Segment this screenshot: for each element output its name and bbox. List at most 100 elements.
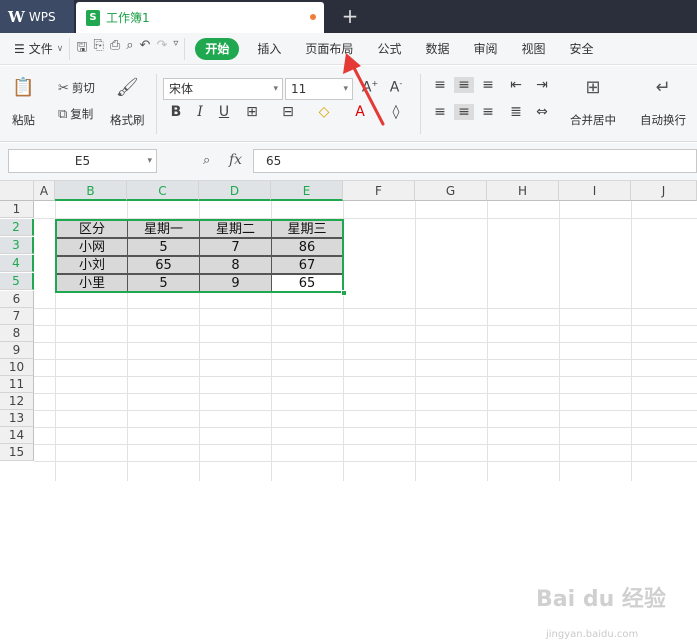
customize-icon[interactable]: ▿ <box>173 38 178 60</box>
tab-data[interactable]: 数据 <box>413 38 461 60</box>
copy-button[interactable]: ⧉ 复制 <box>58 106 93 122</box>
tab-view[interactable]: 视图 <box>509 38 557 60</box>
row-header-4[interactable]: 4 <box>0 255 34 272</box>
row-header-2[interactable]: 2 <box>0 219 34 236</box>
column-header-b[interactable]: B <box>55 181 127 201</box>
chevron-down-icon: ∨ <box>56 43 64 54</box>
indent-increase-icon[interactable]: ⇥ <box>532 77 552 93</box>
print-preview-icon[interactable]: ⌕ <box>126 38 133 60</box>
border-icon[interactable]: ⊞ <box>242 104 262 120</box>
tab-review[interactable]: 审阅 <box>461 38 509 60</box>
app-name: WPS <box>28 9 56 24</box>
tab-start[interactable]: 开始 <box>195 37 240 60</box>
watermark-logo: Bai du 经验 <box>536 587 666 612</box>
distribute-icon[interactable]: ⇔ <box>532 104 552 120</box>
undo-icon[interactable]: ↶ <box>140 38 151 60</box>
spreadsheet-grid[interactable]: A B C D E F G H I J 1 2 3 4 5 6 7 8 9 10… <box>0 181 697 640</box>
cut-button[interactable]: ✂ 剪切 <box>58 80 95 96</box>
tab-page-layout[interactable]: 页面布局 <box>293 38 365 60</box>
unsaved-dot-icon <box>310 14 316 20</box>
format-painter-button[interactable]: 🖌 格式刷 <box>110 76 145 128</box>
column-header-f[interactable]: F <box>343 181 415 201</box>
row-header-15[interactable]: 15 <box>0 444 34 461</box>
clear-icon[interactable]: ◊ <box>386 104 406 120</box>
select-all-corner[interactable] <box>0 181 34 201</box>
wrap-text-label: 自动换行 <box>640 113 686 127</box>
merge-cells-icon: ⊞ <box>585 77 601 98</box>
fill-handle[interactable] <box>341 290 347 296</box>
tab-insert[interactable]: 插入 <box>245 38 293 60</box>
align-middle-icon[interactable]: ≡ <box>454 77 474 93</box>
row-header-5[interactable]: 5 <box>0 273 34 290</box>
cell-reference: E5 <box>74 154 91 168</box>
copy-label: 复制 <box>70 107 94 121</box>
tab-security[interactable]: 安全 <box>558 38 606 60</box>
underline-icon[interactable]: U <box>214 104 234 120</box>
justify-icon[interactable]: ≣ <box>506 104 526 120</box>
document-tab[interactable]: S 工作簿1 <box>76 2 324 33</box>
tab-formulas[interactable]: 公式 <box>365 38 413 60</box>
column-header-e[interactable]: E <box>271 181 343 201</box>
row-header-13[interactable]: 13 <box>0 410 34 427</box>
save-icon[interactable]: 🖫 <box>76 38 87 60</box>
function-icon[interactable]: fx <box>229 152 242 168</box>
formula-bar: E5 ▾ ⌕ fx 65 <box>0 143 697 181</box>
row-header-6[interactable]: 6 <box>0 291 34 308</box>
row-header-3[interactable]: 3 <box>0 237 34 254</box>
ribbon: 📋 粘贴 ✂ 剪切 ⧉ 复制 🖌 格式刷 宋体 ▾ 11 ▾ A+ A- B I… <box>0 66 697 142</box>
wrap-text-button[interactable]: ↵ 自动换行 <box>640 76 686 128</box>
row-header-8[interactable]: 8 <box>0 325 34 342</box>
align-right-icon[interactable]: ≡ <box>478 104 498 120</box>
row-header-14[interactable]: 14 <box>0 427 34 444</box>
paste-button[interactable]: 📋 粘贴 <box>12 76 35 128</box>
new-tab-button[interactable]: + <box>340 4 360 28</box>
export-icon[interactable]: ⎘ <box>93 38 103 60</box>
row-header-11[interactable]: 11 <box>0 376 34 393</box>
name-box[interactable]: E5 ▾ <box>8 149 157 173</box>
align-left-icon[interactable]: ≡ <box>430 104 450 120</box>
cell-style-icon[interactable]: ⊟ <box>278 104 298 120</box>
file-menu-label: 文件 <box>28 41 53 56</box>
indent-decrease-icon[interactable]: ⇤ <box>506 77 526 93</box>
zoom-search-icon[interactable]: ⌕ <box>203 153 210 168</box>
align-center-icon[interactable]: ≡ <box>454 104 474 120</box>
wrap-text-icon: ↵ <box>655 77 671 98</box>
column-header-c[interactable]: C <box>127 181 199 201</box>
column-header-j[interactable]: J <box>631 181 697 201</box>
cut-label: 剪切 <box>71 81 95 95</box>
row-header-7[interactable]: 7 <box>0 308 34 325</box>
menu-bar: ☰ 文件 ∨ 🖫 ⎘ ⎙ ⌕ ↶ ↷ ▿ 开始 插入 页面布局 公式 数据 审阅… <box>0 33 697 65</box>
font-size-select[interactable]: 11 ▾ <box>285 78 353 100</box>
column-header-a[interactable]: A <box>34 181 55 201</box>
align-top-icon[interactable]: ≡ <box>430 77 450 93</box>
column-header-i[interactable]: I <box>559 181 631 201</box>
wps-home-tab[interactable]: W WPS <box>0 0 74 33</box>
column-header-g[interactable]: G <box>415 181 487 201</box>
redo-icon[interactable]: ↷ <box>156 38 167 60</box>
chevron-down-icon: ▾ <box>273 84 278 94</box>
paste-label: 粘贴 <box>12 113 35 127</box>
fill-color-icon[interactable]: ◇ <box>314 104 334 120</box>
font-name-select[interactable]: 宋体 ▾ <box>163 78 283 100</box>
font-color-icon[interactable]: A <box>350 104 370 120</box>
formula-input[interactable]: 65 <box>253 149 697 173</box>
decrease-font-icon[interactable]: A- <box>386 79 406 96</box>
font-name-value: 宋体 <box>169 82 194 96</box>
increase-font-icon[interactable]: A+ <box>360 79 380 96</box>
column-header-d[interactable]: D <box>199 181 271 201</box>
copy-icon: ⧉ <box>58 106 68 122</box>
row-header-9[interactable]: 9 <box>0 342 34 359</box>
row-header-10[interactable]: 10 <box>0 359 34 376</box>
column-header-h[interactable]: H <box>487 181 559 201</box>
merge-center-button[interactable]: ⊞ 合并居中 <box>570 76 616 128</box>
row-header-12[interactable]: 12 <box>0 393 34 410</box>
file-menu[interactable]: ☰ 文件 ∨ <box>0 38 69 60</box>
align-bottom-icon[interactable]: ≡ <box>478 77 498 93</box>
format-painter-label: 格式刷 <box>110 113 145 127</box>
row-header-1[interactable]: 1 <box>0 201 34 218</box>
italic-icon[interactable]: I <box>190 104 210 120</box>
hamburger-icon: ☰ <box>14 41 25 56</box>
quick-access-toolbar: 🖫 ⎘ ⎙ ⌕ ↶ ↷ ▿ <box>69 37 186 60</box>
print-icon[interactable]: ⎙ <box>110 38 120 60</box>
bold-icon[interactable]: B <box>166 104 186 120</box>
